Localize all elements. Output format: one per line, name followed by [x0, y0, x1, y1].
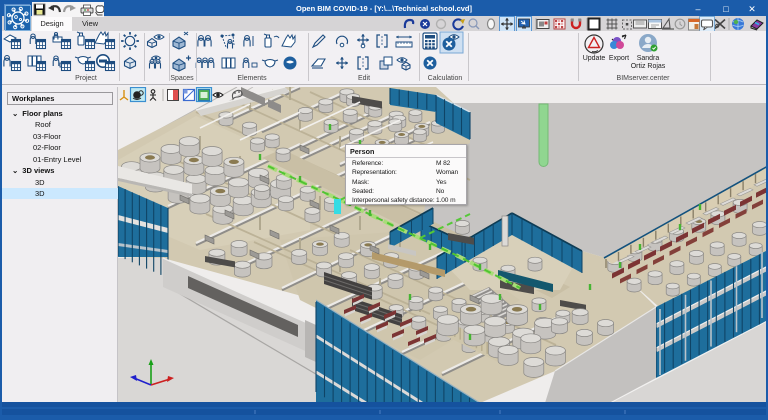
svg-text:Update: Update — [583, 55, 606, 62]
svg-text:Sandra: Sandra — [637, 55, 660, 62]
svg-text:Export: Export — [609, 55, 629, 62]
svg-text:Ortiz Rojas: Ortiz Rojas — [631, 63, 666, 70]
